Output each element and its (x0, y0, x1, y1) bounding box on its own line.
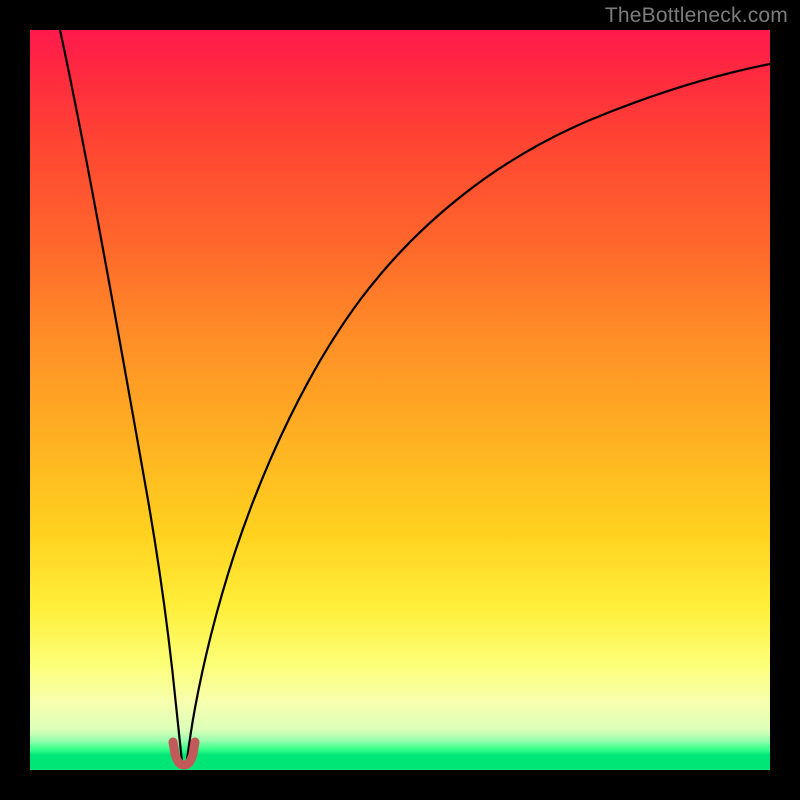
valley-marker (173, 742, 195, 765)
bottleneck-curve-svg (30, 30, 770, 770)
plot-area (30, 30, 770, 770)
chart-frame: TheBottleneck.com (0, 0, 800, 800)
bottleneck-curve (60, 30, 770, 767)
watermark-text: TheBottleneck.com (605, 4, 788, 28)
